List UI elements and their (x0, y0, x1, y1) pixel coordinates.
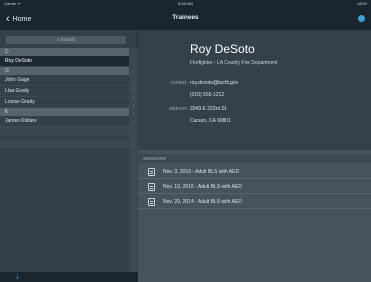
session-row[interactable]: Nov. 10, 2016 - Adult BLS with AED (138, 180, 371, 194)
clock-label: 8:59 AM (178, 1, 193, 6)
list-item[interactable]: Roy DeSoto (0, 56, 129, 67)
index-letter[interactable]: • (132, 54, 136, 58)
section-header-k: K (0, 108, 129, 116)
index-letter[interactable]: • (132, 185, 136, 189)
sessions-header: SESSIONS (138, 154, 371, 163)
index-letter[interactable]: • (132, 226, 136, 230)
document-icon (148, 183, 155, 191)
session-label: Nov. 10, 2016 - Adult BLS with AED (163, 184, 242, 190)
list-item[interactable]: Louise Grady (0, 97, 129, 108)
index-letter[interactable]: • (132, 111, 136, 115)
index-letter[interactable]: • (132, 62, 136, 66)
index-letter[interactable]: • (132, 78, 136, 82)
session-label: Nov. 20, 2014 - Adult BLS with AED (163, 199, 242, 205)
session-label: Nov. 3, 2016 - Adult BLS with AED (163, 169, 240, 175)
index-letter[interactable]: • (132, 86, 136, 90)
download-icon[interactable]: ⤓ (16, 273, 19, 281)
session-row[interactable]: Nov. 3, 2016 - Adult BLS with AED (138, 165, 371, 179)
list-item[interactable]: James Kildare (0, 116, 129, 127)
profile-card: Roy DeSoto Firefighter - LA County Fire … (138, 30, 371, 150)
trainee-name: Roy DeSoto (190, 42, 255, 56)
index-letter[interactable]: • (132, 136, 136, 140)
navigation-bar: ‹ Home Trainees (0, 8, 371, 30)
index-letter[interactable]: • (132, 103, 136, 107)
index-letter[interactable]: • (132, 234, 136, 238)
empty-row (0, 138, 129, 149)
address-line-1[interactable]: 2049 E 223rd St (190, 106, 226, 112)
index-letter[interactable]: • (132, 218, 136, 222)
search-input[interactable]: ⌕ Search (6, 36, 126, 44)
trainee-list: D Roy DeSoto G John Gage Lisa Grady Loui… (0, 48, 129, 149)
index-letter[interactable]: • (132, 144, 136, 148)
index-letter[interactable]: • (132, 177, 136, 181)
section-header-d: D (0, 48, 129, 56)
empty-row (0, 127, 129, 138)
search-placeholder: Search (60, 37, 76, 42)
index-letter[interactable]: • (132, 95, 136, 99)
index-letter[interactable]: • (132, 259, 136, 263)
list-item[interactable]: John Gage (0, 75, 129, 86)
index-letter[interactable]: • (132, 242, 136, 246)
index-letter[interactable]: • (132, 160, 136, 164)
trainee-title: Firefighter - LA County Fire Department (190, 60, 278, 66)
address-line-2[interactable]: Carson, CA 90801 (190, 118, 231, 124)
contact-label: contact: (170, 80, 188, 86)
email-value[interactable]: roy.desoto@lacfd.gov (190, 80, 238, 86)
trainee-sidebar: ⌕ Search D Roy DeSoto G John Gage Lisa G… (0, 30, 138, 282)
index-letter[interactable]: • (132, 70, 136, 74)
trainee-detail: Roy DeSoto Firefighter - LA County Fire … (138, 30, 371, 282)
battery-label: 100% (356, 1, 367, 6)
phone-value[interactable]: (310) 555-1212 (190, 92, 224, 98)
index-letter[interactable]: • (132, 250, 136, 254)
settings-icon[interactable] (358, 15, 365, 22)
list-item[interactable]: Lisa Grady (0, 86, 129, 97)
index-letter[interactable]: • (132, 193, 136, 197)
address-label: address: (168, 106, 188, 112)
index-letter[interactable]: • (132, 267, 136, 271)
document-icon (148, 168, 155, 176)
page-title: Trainees (172, 14, 199, 21)
index-letter[interactable]: • (132, 201, 136, 205)
index-letter[interactable]: • (132, 152, 136, 156)
session-row[interactable]: Nov. 20, 2014 - Adult BLS with AED (138, 195, 371, 209)
index-letter[interactable]: • (132, 127, 136, 131)
index-letter[interactable]: • (132, 119, 136, 123)
section-header-g: G (0, 67, 129, 75)
index-letter[interactable]: • (132, 168, 136, 172)
document-icon (148, 198, 155, 206)
status-bar: Carrier ᯤ 8:59 AM 100% (0, 0, 371, 8)
section-index-bar[interactable]: • • • • • • • • • • • • • • • • • • • • • • • • • • • (129, 48, 138, 282)
sidebar-footer: ⤓ (0, 272, 138, 282)
index-letter[interactable]: • (132, 209, 136, 213)
